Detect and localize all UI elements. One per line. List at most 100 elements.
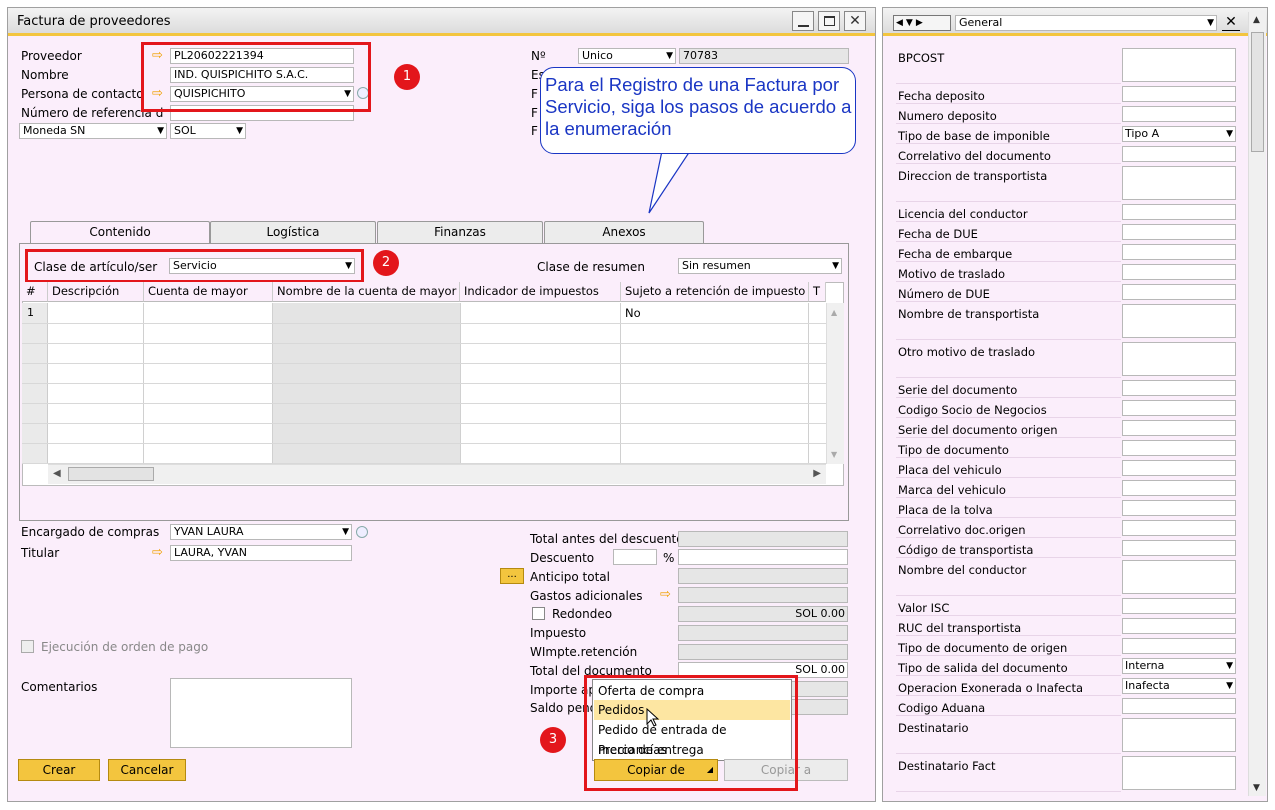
chevron-down-icon[interactable]: ▼	[832, 259, 839, 273]
udf-select[interactable]: Interna ▼	[1122, 658, 1236, 674]
udf-input[interactable]	[1122, 440, 1236, 456]
udf-input[interactable]	[1122, 284, 1236, 300]
udf-separator	[896, 397, 1121, 398]
udf-input[interactable]	[1122, 86, 1236, 102]
ejecucion-checkbox[interactable]	[21, 640, 34, 653]
maximize-icon[interactable]	[818, 11, 840, 31]
udf-input[interactable]	[1122, 204, 1236, 220]
udf-input[interactable]	[1122, 520, 1236, 536]
udf-label: Numero deposito	[898, 109, 997, 123]
udf-input[interactable]	[1122, 698, 1236, 714]
chevron-down-icon[interactable]: ▼	[342, 525, 349, 539]
grid-cell-sujeto[interactable]: No	[625, 305, 641, 321]
udf-input[interactable]	[1122, 304, 1236, 338]
impuesto-field[interactable]	[678, 625, 848, 641]
chevron-down-icon[interactable]: ▼	[1226, 659, 1233, 673]
redondeo-checkbox[interactable]	[532, 607, 545, 620]
encargado-select[interactable]: YVAN LAURA ▼	[170, 524, 352, 540]
udf-category-select[interactable]: General ▼	[955, 15, 1217, 31]
udf-input[interactable]	[1122, 420, 1236, 436]
gastos-field[interactable]	[678, 587, 848, 603]
udf-input[interactable]	[1122, 48, 1236, 82]
tab-contenido[interactable]: Contenido	[30, 221, 210, 244]
descuento-percent-field[interactable]	[613, 549, 657, 565]
grid-horizontal-scrollbar[interactable]: ◀ ▶	[48, 464, 826, 484]
grid-header-cell[interactable]: Nombre de la cuenta de mayor	[273, 282, 460, 302]
udf-separator	[896, 143, 1121, 144]
udf-input[interactable]	[1122, 500, 1236, 516]
udf-input[interactable]	[1122, 638, 1236, 654]
serie-select[interactable]: Unico ▼	[578, 48, 676, 64]
grid-header-cell[interactable]: Cuenta de mayor	[144, 282, 273, 302]
udf-input[interactable]	[1122, 224, 1236, 240]
udf-separator	[896, 715, 1121, 716]
tab-logistica[interactable]: Logística	[210, 221, 376, 243]
udf-nav-buttons[interactable]: ◀▼▶	[893, 15, 951, 31]
chevron-down-icon[interactable]: ▼	[1207, 16, 1214, 30]
udf-separator	[896, 557, 1121, 558]
close-icon[interactable]: ✕	[844, 11, 866, 31]
redondeo-field[interactable]: SOL 0.00	[678, 606, 848, 622]
udf-input[interactable]	[1122, 718, 1236, 752]
chevron-down-icon[interactable]: ▼	[1226, 127, 1233, 141]
saldo-field[interactable]	[790, 699, 848, 715]
udf-input[interactable]	[1122, 560, 1236, 594]
udf-select[interactable]: Inafecta ▼	[1122, 678, 1236, 694]
encargado-label: Encargado de compras	[21, 525, 160, 539]
udf-label: Codigo Aduana	[898, 701, 986, 715]
udf-input[interactable]	[1122, 480, 1236, 496]
wimpte-field[interactable]	[678, 644, 848, 660]
cancelar-button[interactable]: Cancelar	[108, 759, 186, 781]
udf-input[interactable]	[1122, 264, 1236, 280]
importe-field[interactable]	[790, 681, 848, 697]
crear-button[interactable]: Crear	[18, 759, 100, 781]
udf-input[interactable]	[1122, 400, 1236, 416]
comentarios-textarea[interactable]	[170, 678, 352, 748]
tab-finanzas[interactable]: Finanzas	[377, 221, 543, 243]
chevron-down-icon[interactable]: ▼	[666, 49, 673, 63]
numero-field[interactable]: 70783	[679, 48, 849, 64]
udf-separator	[896, 261, 1121, 262]
udf-input[interactable]	[1122, 244, 1236, 260]
udf-input[interactable]	[1122, 342, 1236, 376]
details-icon[interactable]	[356, 526, 368, 538]
udf-input[interactable]	[1122, 106, 1236, 122]
udf-input[interactable]	[1122, 618, 1236, 634]
udf-input[interactable]	[1122, 598, 1236, 614]
grid-header-cell[interactable]: Sujeto a retención de impuesto	[621, 282, 809, 302]
chevron-down-icon[interactable]: ▼	[1226, 679, 1233, 693]
resumen-select[interactable]: Sin resumen ▼	[678, 258, 842, 274]
scrollbar-thumb[interactable]	[68, 467, 154, 481]
tab-anexos[interactable]: Anexos	[544, 221, 704, 243]
link-arrow-icon[interactable]: ⇨	[660, 587, 671, 603]
udf-input[interactable]	[1122, 166, 1236, 200]
grid-header-cell[interactable]: Indicador de impuestos	[460, 282, 621, 302]
descuento-amount-field[interactable]	[678, 549, 848, 565]
udf-input[interactable]	[1122, 460, 1236, 476]
udf-scrollbar[interactable]: ▲ ▼	[1248, 12, 1266, 796]
chevron-down-icon[interactable]: ▼	[157, 124, 164, 138]
redondeo-label: Redondeo	[552, 607, 613, 621]
udf-input[interactable]	[1122, 380, 1236, 396]
grid-header-cell[interactable]: T	[809, 282, 826, 302]
udf-input[interactable]	[1122, 756, 1236, 790]
anticipo-field[interactable]	[678, 568, 848, 584]
udf-label: Tipo de base de imponible	[898, 129, 1050, 143]
grid-header-cell[interactable]: Descripción	[48, 282, 144, 302]
anticipo-ellipsis-button[interactable]: ...	[500, 568, 524, 584]
udf-input[interactable]	[1122, 540, 1236, 556]
link-arrow-icon[interactable]: ⇨	[152, 545, 163, 561]
total-antes-field[interactable]	[678, 531, 848, 547]
chevron-down-icon[interactable]: ▼	[236, 124, 243, 138]
moneda-select[interactable]: Moneda SN ▼	[19, 123, 167, 139]
grid-header-cell[interactable]: #	[22, 282, 48, 302]
titular-field[interactable]: LAURA, YVAN	[170, 545, 352, 561]
grid-vertical-scrollbar[interactable]: ▲ ▼	[826, 303, 844, 464]
udf-separator	[896, 615, 1121, 616]
scrollbar-thumb[interactable]	[1251, 32, 1264, 152]
udf-input[interactable]	[1122, 146, 1236, 162]
minimize-icon[interactable]	[792, 11, 814, 31]
udf-close-icon[interactable]: ✕	[1222, 13, 1240, 31]
moneda-value-select[interactable]: SOL ▼	[170, 123, 246, 139]
udf-select[interactable]: Tipo A ▼	[1122, 126, 1236, 142]
